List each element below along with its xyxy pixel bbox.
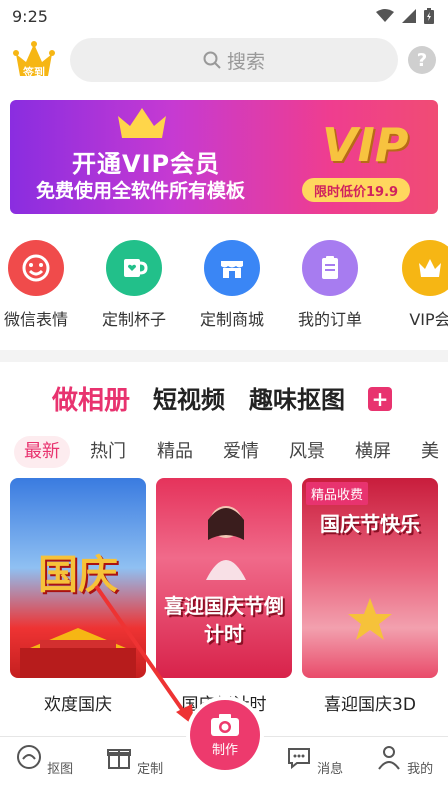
quick-item-label: VIP会	[409, 310, 448, 329]
make-button[interactable]: 制作	[190, 700, 260, 770]
nav-label: 定制	[137, 762, 164, 777]
banner-subtitle: 免费使用全软件所有模板	[36, 180, 246, 202]
quick-entry-row: 微信表情 定制杯子 定制商城 我的订单 VIP会	[0, 240, 448, 340]
battery-icon	[424, 8, 434, 24]
search-placeholder: 搜索	[226, 50, 265, 73]
add-category-button[interactable]: +	[368, 387, 392, 411]
portrait-icon	[206, 506, 246, 580]
quick-item-label: 我的订单	[297, 310, 362, 329]
sub-tab-scenery[interactable]: 风景	[289, 436, 325, 468]
tab-short-video[interactable]: 短视频	[153, 380, 225, 415]
sub-tab-premium[interactable]: 精品	[157, 436, 193, 468]
template-card[interactable]: 喜迎国庆节倒计时 国庆倒计时	[156, 478, 292, 715]
quick-item-custom-cup[interactable]: 定制杯子	[94, 240, 174, 330]
status-time: 9:25	[12, 6, 48, 26]
sub-tabs: 最新 热门 精品 爱情 风景 横屏 美	[0, 436, 448, 470]
section-divider	[0, 350, 448, 362]
banner-title: 开通VIP会员	[72, 150, 221, 178]
cup-icon	[124, 259, 148, 277]
tab-fun-cutout[interactable]: 趣味抠图	[249, 380, 345, 415]
quick-item-wechat-emoji[interactable]: 微信表情	[0, 240, 76, 330]
profile-icon	[378, 746, 400, 770]
banner-vip-text: VIP	[322, 118, 409, 172]
smile-icon	[22, 254, 50, 282]
template-card[interactable]: 国庆 欢度国庆	[10, 478, 146, 715]
sign-in-label: 签到	[23, 66, 45, 79]
star-icon	[348, 598, 392, 640]
shop-icon	[221, 261, 243, 278]
nav-label: 消息	[317, 762, 344, 777]
vip-icon	[419, 259, 441, 277]
template-thumbnail: 喜迎国庆节倒计时	[156, 478, 292, 678]
premium-badge: 精品收费	[306, 482, 369, 505]
template-grid: 国庆 欢度国庆 喜迎国庆节倒计时 国庆倒计时 精品收费 国庆节快乐 喜迎国庆3D	[0, 478, 448, 718]
nav-label: 我的	[407, 762, 434, 777]
sub-tab-beauty[interactable]: 美	[421, 436, 439, 468]
nav-cutout[interactable]: 抠图	[14, 743, 74, 777]
quick-item-label: 微信表情	[3, 310, 68, 329]
camera-icon	[211, 713, 239, 736]
quick-item-my-orders[interactable]: 我的订单	[290, 240, 370, 330]
gift-icon	[106, 749, 131, 769]
help-icon[interactable]: ?	[408, 46, 436, 74]
wifi-icon	[376, 9, 394, 22]
search-input[interactable]: 搜索	[70, 38, 398, 82]
template-card[interactable]: 精品收费 国庆节快乐 喜迎国庆3D	[302, 478, 438, 715]
vip-banner[interactable]: 开通VIP会员 免费使用全软件所有模板 VIP 限时低价19.9	[10, 100, 438, 214]
quick-item-label: 定制杯子	[101, 310, 166, 329]
status-bar: 9:25	[0, 0, 448, 32]
poster-text: 国庆	[38, 552, 118, 598]
top-header: 签到 搜索 ?	[0, 36, 448, 84]
app-screen: 9:25 签到 搜索 ? 开通VIP会员 免费使用全软件所有模板 VIP 限时低…	[0, 0, 448, 796]
signal-icon	[402, 9, 416, 23]
price-badge: 限时低价19.9	[302, 178, 411, 202]
nav-messages[interactable]: 消息	[284, 743, 344, 777]
sub-tab-landscape[interactable]: 横屏	[355, 436, 391, 468]
poster-text: 国庆节快乐	[320, 512, 420, 536]
nav-custom[interactable]: 定制	[104, 743, 164, 777]
template-thumbnail: 国庆	[10, 478, 146, 678]
message-icon	[287, 748, 310, 770]
sign-in-button[interactable]: 签到	[12, 40, 56, 82]
nav-label: 抠图	[47, 762, 74, 777]
template-title: 欢度国庆	[44, 695, 112, 715]
make-label: 制作	[211, 742, 238, 758]
tiananmen-icon	[20, 628, 136, 678]
category-tabs: 做相册 短视频 趣味抠图 +	[0, 380, 448, 420]
poster-text: 喜迎国庆节倒计时	[164, 594, 284, 646]
tab-album[interactable]: 做相册	[52, 380, 130, 417]
template-title: 喜迎国庆3D	[324, 695, 416, 715]
order-icon	[322, 256, 338, 279]
quick-item-label: 定制商城	[199, 310, 264, 329]
template-thumbnail: 精品收费 国庆节快乐	[302, 478, 438, 678]
cutout-icon	[16, 745, 41, 769]
quick-item-vip[interactable]: VIP会	[390, 240, 448, 330]
banner-crown-icon	[118, 108, 166, 138]
search-icon	[203, 51, 221, 69]
nav-profile[interactable]: 我的	[374, 743, 434, 777]
quick-item-custom-shop[interactable]: 定制商城	[192, 240, 272, 330]
sub-tab-hot[interactable]: 热门	[90, 436, 126, 468]
sub-tab-love[interactable]: 爱情	[223, 436, 259, 468]
sub-tab-latest[interactable]: 最新	[14, 436, 70, 468]
